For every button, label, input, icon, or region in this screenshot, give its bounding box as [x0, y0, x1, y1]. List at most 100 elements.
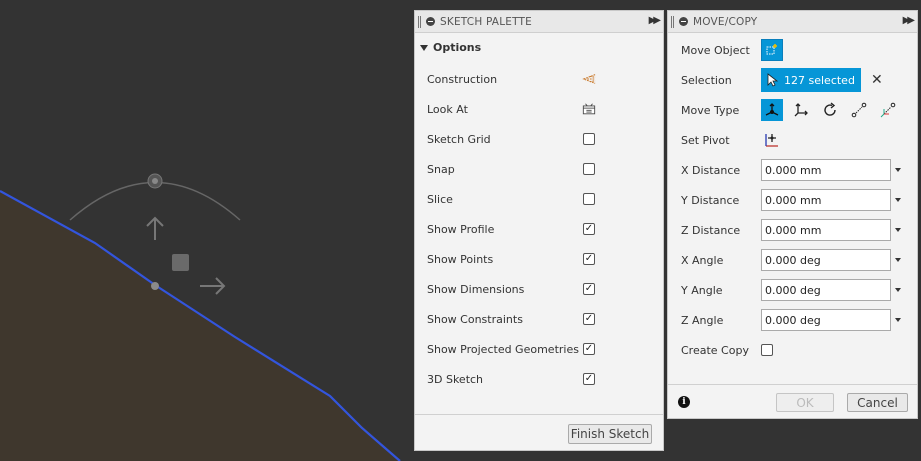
option-label: Construction — [427, 72, 498, 86]
planar-move-handle[interactable] — [172, 254, 189, 271]
option-look-at: Look At — [427, 99, 652, 119]
point-to-position-icon[interactable] — [877, 99, 899, 121]
set-pivot-row: Set Pivot — [681, 127, 911, 153]
sketch-palette-header[interactable]: SKETCH PALETTE ▶▶ — [415, 11, 663, 33]
y-distance-input[interactable]: 0.000 mm — [761, 189, 891, 211]
selection-button[interactable]: 127 selected — [761, 68, 861, 92]
create-copy-checkbox[interactable] — [761, 344, 773, 356]
move-type-row: Move Type — [681, 97, 911, 123]
chevron-down-icon[interactable] — [895, 318, 901, 322]
show-dimensions-checkbox[interactable]: ✓ — [583, 283, 595, 295]
x-distance-row: X Distance 0.000 mm — [681, 157, 911, 183]
chevron-down-icon[interactable] — [895, 198, 901, 202]
option-label: Show Projected Geometries — [427, 342, 579, 356]
set-pivot-label: Set Pivot — [681, 133, 730, 147]
option-label: Slice — [427, 192, 453, 206]
show-profile-checkbox[interactable]: ✓ — [583, 223, 595, 235]
cancel-button[interactable]: Cancel — [847, 393, 908, 412]
options-section-header[interactable]: Options — [420, 41, 481, 54]
x-angle-label: X Angle — [681, 253, 724, 267]
z-distance-label: Z Distance — [681, 223, 741, 237]
option-3d-sketch: 3D Sketch ✓ — [427, 369, 652, 389]
look-at-icon[interactable] — [582, 102, 596, 116]
drag-grip-icon[interactable] — [671, 15, 674, 28]
y-angle-label: Y Angle — [681, 283, 723, 297]
finish-sketch-button[interactable]: Finish Sketch — [568, 424, 652, 444]
drag-grip-icon[interactable] — [418, 15, 421, 28]
right-arrow-handle[interactable] — [200, 277, 226, 295]
option-label: Look At — [427, 102, 468, 116]
x-angle-input[interactable]: 0.000 deg — [761, 249, 891, 271]
y-distance-row: Y Distance 0.000 mm — [681, 187, 911, 213]
selection-row: Selection 127 selected ✕ — [681, 67, 911, 93]
rotate-icon[interactable] — [819, 99, 841, 121]
option-label: Show Profile — [427, 222, 495, 236]
y-angle-row: Y Angle 0.000 deg — [681, 277, 911, 303]
selection-count: 127 selected — [784, 73, 855, 87]
option-snap: Snap — [427, 159, 652, 179]
construction-icon[interactable] — [582, 72, 596, 86]
collapse-icon[interactable] — [426, 17, 435, 26]
chevron-down-icon[interactable] — [895, 258, 901, 262]
option-label: 3D Sketch — [427, 372, 484, 386]
chevron-down-icon[interactable] — [895, 168, 901, 172]
create-copy-row: Create Copy — [681, 337, 911, 363]
collapse-icon[interactable] — [679, 17, 688, 26]
z-angle-row: Z Angle 0.000 deg — [681, 307, 911, 333]
chevron-down-icon[interactable] — [895, 288, 901, 292]
free-move-icon[interactable] — [761, 99, 783, 121]
move-type-label: Move Type — [681, 103, 740, 117]
show-projected-geometries-checkbox[interactable]: ✓ — [583, 343, 595, 355]
sketch-palette-footer: Finish Sketch — [415, 414, 663, 450]
pivot-point[interactable] — [151, 282, 159, 290]
slice-checkbox[interactable] — [583, 193, 595, 205]
3d-sketch-checkbox[interactable]: ✓ — [583, 373, 595, 385]
option-show-constraints: Show Constraints ✓ — [427, 309, 652, 329]
chevron-down-icon[interactable] — [895, 228, 901, 232]
x-angle-row: X Angle 0.000 deg — [681, 247, 911, 273]
option-label: Show Constraints — [427, 312, 523, 326]
create-copy-label: Create Copy — [681, 343, 749, 357]
z-distance-input[interactable]: 0.000 mm — [761, 219, 891, 241]
clear-selection-icon[interactable]: ✕ — [871, 72, 883, 88]
expand-icon[interactable]: ▶▶ — [649, 15, 662, 26]
options-section-label: Options — [433, 41, 482, 54]
show-constraints-checkbox[interactable]: ✓ — [583, 313, 595, 325]
option-sketch-grid: Sketch Grid — [427, 129, 652, 149]
option-show-profile: Show Profile ✓ — [427, 219, 652, 239]
move-object-label: Move Object — [681, 43, 750, 57]
option-construction: Construction — [427, 69, 652, 89]
option-show-dimensions: Show Dimensions ✓ — [427, 279, 652, 299]
caret-down-icon — [420, 44, 428, 51]
sketch-palette-title: SKETCH PALETTE — [440, 15, 532, 28]
move-copy-footer: i OK Cancel — [668, 384, 917, 418]
z-distance-row: Z Distance 0.000 mm — [681, 217, 911, 243]
set-pivot-icon[interactable] — [761, 129, 783, 151]
selection-label: Selection — [681, 73, 732, 87]
z-angle-input[interactable]: 0.000 deg — [761, 309, 891, 331]
x-distance-input[interactable]: 0.000 mm — [761, 159, 891, 181]
option-label: Snap — [427, 162, 455, 176]
option-label: Show Points — [427, 252, 494, 266]
expand-icon[interactable]: ▶▶ — [903, 15, 916, 26]
ok-button[interactable]: OK — [776, 393, 834, 412]
y-angle-input[interactable]: 0.000 deg — [761, 279, 891, 301]
option-show-points: Show Points ✓ — [427, 249, 652, 269]
move-copy-header[interactable]: MOVE/COPY ▶▶ — [668, 11, 917, 33]
sketch-palette-panel: SKETCH PALETTE ▶▶ Options Construction L… — [414, 10, 664, 451]
move-object-button[interactable] — [761, 39, 783, 61]
snap-checkbox[interactable] — [583, 163, 595, 175]
info-icon[interactable]: i — [678, 396, 690, 408]
y-distance-label: Y Distance — [681, 193, 740, 207]
bodies-icon — [766, 44, 777, 55]
translate-icon[interactable] — [790, 99, 812, 121]
option-slice: Slice — [427, 189, 652, 209]
sketch-profile-fill — [0, 191, 400, 461]
up-arrow-handle[interactable] — [146, 216, 164, 240]
move-object-row: Move Object — [681, 37, 911, 63]
option-label: Show Dimensions — [427, 282, 525, 296]
sketch-grid-checkbox[interactable] — [583, 133, 595, 145]
show-points-checkbox[interactable]: ✓ — [583, 253, 595, 265]
point-to-point-icon[interactable] — [848, 99, 870, 121]
cursor-arrow-icon — [767, 73, 779, 87]
